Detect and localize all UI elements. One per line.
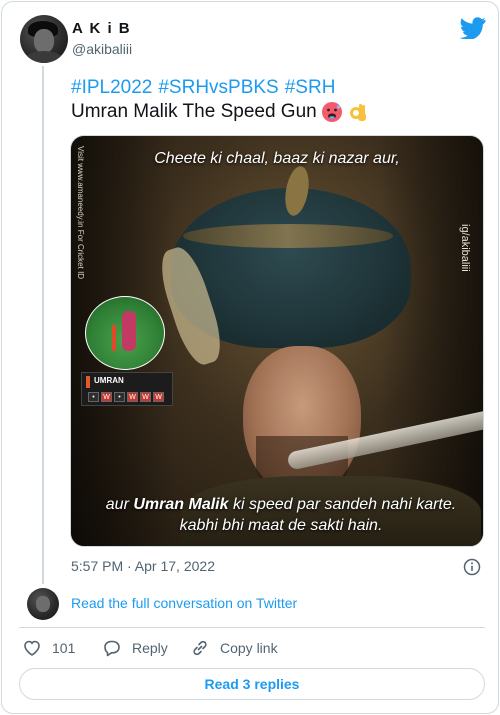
like-button[interactable]: 101 <box>22 638 75 658</box>
scorebar-ball: W <box>101 392 112 402</box>
caption-bold-name: Umran Malik <box>133 496 229 513</box>
author-handle[interactable]: @akibaliii <box>72 41 132 57</box>
tweet-text: Umran Malik The Speed Gun <box>71 101 369 123</box>
author-display-name[interactable]: A K i B <box>72 20 131 37</box>
scorebar-ball: • <box>88 392 99 402</box>
twitter-bird-icon[interactable] <box>460 17 486 39</box>
author-avatar-small[interactable] <box>27 588 59 620</box>
caption-text: aur <box>105 496 134 513</box>
link-icon <box>193 640 207 656</box>
scorebar-ball: W <box>140 392 151 402</box>
ok-hand-emoji-icon <box>349 104 366 121</box>
read-replies-button[interactable]: Read 3 replies <box>19 668 485 700</box>
scorebar-ball: W <box>127 392 138 402</box>
info-icon[interactable] <box>463 558 481 576</box>
reply-button[interactable]: Reply <box>102 638 168 658</box>
hashtag-link[interactable]: #SRH <box>285 77 336 98</box>
author-avatar[interactable] <box>20 15 68 63</box>
hashtag-link[interactable]: #SRHvsPBKS <box>158 77 278 98</box>
reply-bubble-icon <box>104 640 120 657</box>
thread-connector-line <box>42 66 44 584</box>
watermark-left: Visit www.amaneedy.in For Cricket ID <box>76 146 85 280</box>
copy-link-button[interactable]: Copy link <box>190 638 278 658</box>
tweet-image[interactable]: Cheete ki chaal, baaz ki nazar aur, aur … <box>70 135 484 547</box>
watermark-right: ig/akibaliii <box>459 224 471 272</box>
copy-link-label: Copy link <box>220 640 278 656</box>
scorebar-label: UMRAN <box>94 376 124 385</box>
meme-caption-top: Cheete ki chaal, baaz ki nazar aur, <box>154 150 400 167</box>
hot-face-emoji-icon <box>321 102 342 122</box>
cricket-inset-photo <box>85 296 165 370</box>
hashtag-row: #IPL2022 #SRHvsPBKS #SRH <box>71 77 341 99</box>
read-conversation-link[interactable]: Read the full conversation on Twitter <box>71 595 297 611</box>
tweet-body: Umran Malik The Speed Gun <box>71 101 317 122</box>
scorebar-ball: • <box>114 392 125 402</box>
reply-label: Reply <box>132 640 168 656</box>
like-count: 101 <box>52 640 76 656</box>
divider <box>19 627 485 628</box>
hashtag-link[interactable]: #IPL2022 <box>71 77 152 98</box>
tweet-timestamp[interactable]: 5:57 PM · Apr 17, 2022 <box>71 558 215 574</box>
bowler-scorebar: UMRAN • W • W W W <box>81 372 173 406</box>
heart-icon <box>24 640 40 656</box>
meme-caption-bottom: aur Umran Malik ki speed par sandeh nahi… <box>91 494 471 536</box>
scorebar-ball: W <box>153 392 164 402</box>
tweet-card: A K i B @akibaliii #IPL2022 #SRHvsPBKS #SR… <box>1 1 499 714</box>
